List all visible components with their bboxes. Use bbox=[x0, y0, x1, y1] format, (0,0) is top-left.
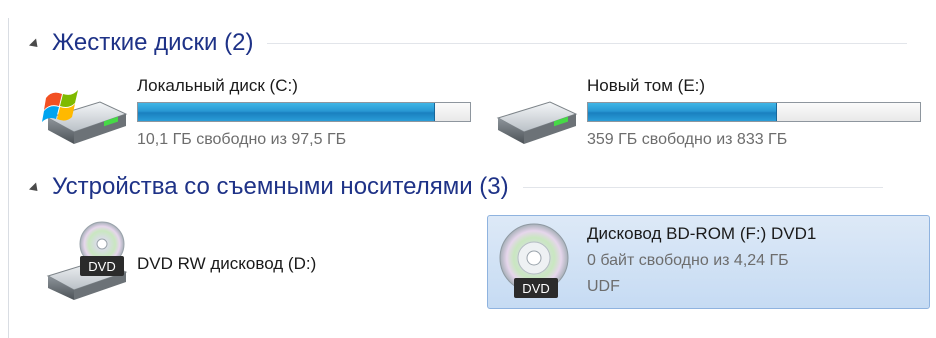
dvd-badge-text: DVD bbox=[88, 259, 115, 274]
collapse-triangle-icon[interactable] bbox=[28, 37, 42, 51]
group-header-removable[interactable]: Устройства со съемными носителями (3) bbox=[28, 170, 883, 204]
drive-free-space: 0 байт свободно из 4,24 ГБ bbox=[587, 252, 789, 269]
drive-name: Дисковод BD-ROM (F:) DVD1 bbox=[587, 224, 817, 243]
group-title: Жесткие диски (2) bbox=[52, 29, 254, 56]
drive-usage-fill bbox=[588, 103, 777, 121]
hard-drive-icon bbox=[496, 101, 578, 144]
drive-item-d[interactable]: DVD DVD RW дисковод (D:) bbox=[40, 218, 480, 308]
group-title: Устройства со съемными носителями (3) bbox=[52, 173, 509, 200]
pane-edge bbox=[8, 18, 9, 338]
drive-filesystem: UDF bbox=[587, 278, 620, 295]
drive-usage-bar bbox=[587, 102, 921, 122]
explorer-computer-view: Жесткие диски (2) Локальный диск (C:) 10… bbox=[0, 0, 936, 338]
drive-item-e[interactable]: Новый том (E:) 359 ГБ свободно из 833 ГБ bbox=[490, 70, 930, 160]
drive-name: Новый том (E:) bbox=[587, 76, 706, 95]
collapse-triangle-icon[interactable] bbox=[28, 181, 42, 195]
drive-name: DVD RW дисковод (D:) bbox=[137, 254, 317, 273]
dvd-badge-text: DVD bbox=[522, 281, 549, 296]
drive-item-f[interactable]: DVD Дисковод BD-ROM (F:) DVD1 0 байт сво… bbox=[490, 218, 930, 308]
group-divider bbox=[522, 186, 883, 188]
drive-item-c[interactable]: Локальный диск (C:) 10,1 ГБ свободно из … bbox=[40, 70, 480, 160]
drive-usage-bar bbox=[137, 102, 471, 122]
group-divider bbox=[267, 42, 908, 44]
dvd-disc-icon: DVD bbox=[499, 223, 569, 298]
windows-drive-icon bbox=[42, 90, 128, 144]
drive-free-space: 10,1 ГБ свободно из 97,5 ГБ bbox=[137, 131, 347, 148]
group-header-hard-disks[interactable]: Жесткие диски (2) bbox=[28, 26, 908, 60]
drive-free-space: 359 ГБ свободно из 833 ГБ bbox=[587, 131, 788, 148]
dvd-drive-icon: DVD bbox=[46, 221, 128, 300]
drive-usage-fill bbox=[138, 103, 436, 121]
drive-name: Локальный диск (C:) bbox=[137, 76, 298, 95]
